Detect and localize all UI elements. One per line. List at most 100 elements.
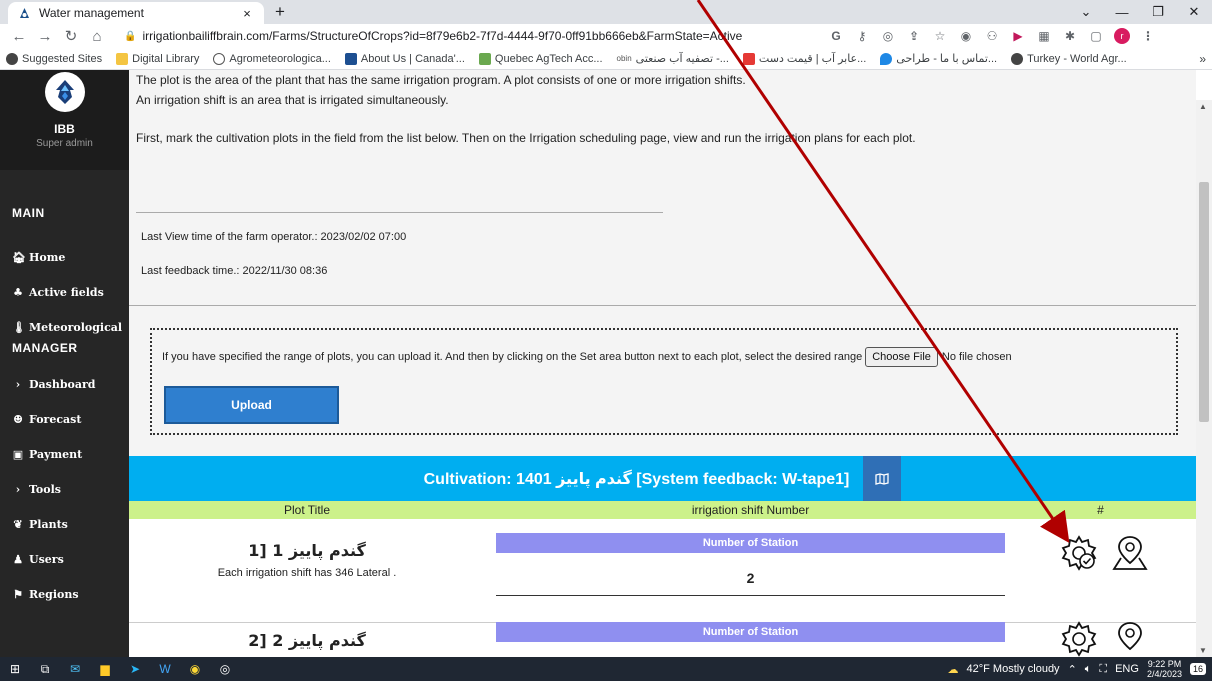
windows-taskbar: ⊞ ⧉ ✉ ▆ ➤ W ◉ ◎ ☁ 42°F Mostly cloudy ⌃ 🔈…	[0, 657, 1212, 681]
tab-search-icon[interactable]: ⌄	[1068, 4, 1104, 20]
address-bar[interactable]: 🔒 irrigationbailiffbrain.com/Farms/Struc…	[116, 26, 816, 46]
chrome-icon[interactable]: ◉	[180, 657, 210, 681]
sidebar-item-forecast[interactable]: ☻ Forecast	[0, 402, 129, 437]
weather-icon[interactable]: ☁	[948, 663, 959, 676]
browser-tab[interactable]: Water management ×	[8, 2, 264, 24]
sidebar-item-plants[interactable]: ❦ Plants	[0, 507, 129, 542]
sidebar-item-payment[interactable]: ▣ Payment	[0, 437, 129, 472]
eye-off-icon[interactable]: ◎	[880, 28, 896, 44]
drop-icon	[880, 52, 893, 65]
bookmark-aber-ab[interactable]: عابر آب | قیمت دست...	[742, 52, 866, 65]
word-icon[interactable]: W	[150, 657, 180, 681]
key-icon[interactable]: ⚷	[854, 28, 870, 44]
station-value: 2	[746, 570, 755, 586]
row-actions	[1059, 533, 1149, 576]
weather-text[interactable]: 42°F Mostly cloudy	[967, 663, 1060, 675]
minimize-icon[interactable]: —	[1104, 5, 1140, 20]
extension-c-icon[interactable]: ▶	[1010, 28, 1026, 44]
gear-check-icon[interactable]	[1059, 619, 1099, 657]
sidebar-item-meteorological[interactable]: 🌡︎ Meteorological	[0, 310, 129, 345]
menu-icon[interactable]: ⋮	[1140, 28, 1156, 44]
sidebar-item-active-fields[interactable]: ♣ Active fields	[0, 275, 129, 310]
intro-line-1: The plot is the area of the plant that h…	[136, 73, 746, 87]
aber-icon	[742, 52, 755, 65]
lang-text[interactable]: ENG	[1115, 663, 1139, 675]
volume-icon[interactable]: 🔈︎	[1085, 663, 1092, 676]
sidebar-item-home[interactable]: 🏠︎ Home	[0, 240, 129, 275]
ibb-logo-icon[interactable]	[44, 72, 85, 112]
windows-start-icon[interactable]: ⊞	[0, 657, 30, 681]
card-icon: ▣	[12, 448, 24, 461]
gear-check-icon[interactable]	[1059, 533, 1099, 576]
bookmarks-overflow-icon[interactable]: »	[1199, 52, 1206, 66]
table-header: Plot Title irrigation shift Number #	[129, 501, 1196, 519]
telegram-icon[interactable]: ➤	[120, 657, 150, 681]
brand-role: Super admin	[36, 138, 93, 149]
network-icon[interactable]: ⛶	[1099, 663, 1107, 676]
profile-avatar[interactable]: r	[1114, 28, 1130, 44]
new-tab-button[interactable]: +	[270, 3, 290, 21]
share-icon[interactable]: ⇪	[906, 28, 922, 44]
bookmark-quebec-agtech[interactable]: Quebec AgTech Acc...	[478, 52, 603, 65]
bookmark-about-us-canada[interactable]: About Us | Canada'...	[344, 52, 465, 65]
sidebar-item-tools[interactable]: › Tools	[0, 472, 129, 507]
clock[interactable]: 9:22 PM 2/4/2023	[1147, 659, 1182, 679]
sidebar: IBB Super admin MAIN 🏠︎ Home ♣ Active fiel…	[0, 70, 129, 657]
tree-icon: ♣	[13, 286, 23, 299]
map-button[interactable]	[863, 456, 902, 501]
forward-icon[interactable]: →	[32, 28, 58, 45]
puzzle-icon[interactable]: ✱	[1062, 28, 1078, 44]
star-icon[interactable]: ☆	[932, 28, 948, 44]
station-header: Number of Station	[496, 622, 1005, 642]
notifications-badge[interactable]: 16	[1189, 663, 1206, 675]
bookmark-agrometeorological[interactable]: Agrometeorologica...	[213, 52, 331, 65]
bookmark-digital-library[interactable]: Digital Library	[116, 52, 199, 65]
thermometer-icon: 🌡︎	[12, 321, 26, 334]
tray-overflow-icon[interactable]: ⌃	[1068, 663, 1077, 676]
mail-icon[interactable]: ✉	[60, 657, 90, 681]
column-plot-title: Plot Title	[283, 503, 331, 517]
divider	[129, 305, 1196, 306]
url-text: irrigationbailiffbrain.com/Farms/Structu…	[142, 29, 743, 43]
bookmark-turkey-world-agri[interactable]: Turkey - World Agr...	[1011, 52, 1127, 65]
sidebar-item-users[interactable]: ♟ Users	[0, 542, 129, 577]
scroll-thumb[interactable]	[1199, 182, 1209, 422]
sidebar-icon[interactable]: ▢	[1088, 28, 1104, 44]
globe-icon	[1011, 52, 1024, 65]
home-nav-icon[interactable]: ⌂	[84, 28, 110, 45]
sidebar-item-regions[interactable]: ⚑ Regions	[0, 577, 129, 612]
app-icon[interactable]: ◎	[210, 657, 240, 681]
section-main: MAIN	[12, 206, 45, 220]
close-window-icon[interactable]: ✕	[1176, 4, 1212, 20]
scroll-up-icon[interactable]: ▲	[1199, 102, 1207, 111]
row-actions	[1059, 619, 1149, 657]
map-pin-icon[interactable]	[1111, 533, 1149, 576]
page-scrollbar[interactable]: ▲ ▼	[1196, 100, 1212, 657]
extension-b-icon[interactable]: ⚇	[984, 28, 1000, 44]
bookmark-water-treatment[interactable]: obin تصفیه آب صنعتی -...	[617, 52, 729, 65]
column-shift-number: irrigation shift Number	[691, 503, 810, 517]
extension-a-icon[interactable]: ◉	[958, 28, 974, 44]
obin-icon: obin	[616, 54, 632, 63]
choose-file-button[interactable]: Choose File	[865, 347, 938, 367]
task-view-icon[interactable]: ⧉	[30, 657, 60, 681]
bookmark-contact-us[interactable]: تماس با ما - طراحی...	[880, 52, 997, 65]
folder-icon	[116, 52, 129, 65]
google-icon[interactable]: G	[828, 28, 844, 44]
sidebar-item-dashboard[interactable]: › Dashboard	[0, 367, 129, 402]
maximize-icon[interactable]: ❐	[1140, 4, 1176, 20]
bookmark-suggested-sites[interactable]: Suggested Sites	[6, 52, 102, 65]
canada-icon	[344, 52, 357, 65]
map-pin-icon[interactable]	[1111, 619, 1149, 657]
globe-icon	[6, 52, 18, 65]
scroll-down-icon[interactable]: ▼	[1199, 646, 1207, 655]
tab-close-icon[interactable]: ×	[240, 6, 254, 21]
browser-tab-bar: Water management × + ⌄ — ❐ ✕	[0, 0, 1212, 24]
sidebar-brand: IBB Super admin	[0, 70, 129, 170]
reload-icon[interactable]: ↻	[58, 27, 84, 45]
agro-icon	[213, 52, 226, 65]
upload-button[interactable]: Upload	[164, 386, 339, 424]
qr-icon[interactable]: ▦	[1036, 28, 1052, 44]
file-explorer-icon[interactable]: ▆	[90, 657, 120, 681]
back-icon[interactable]: ←	[6, 28, 32, 45]
